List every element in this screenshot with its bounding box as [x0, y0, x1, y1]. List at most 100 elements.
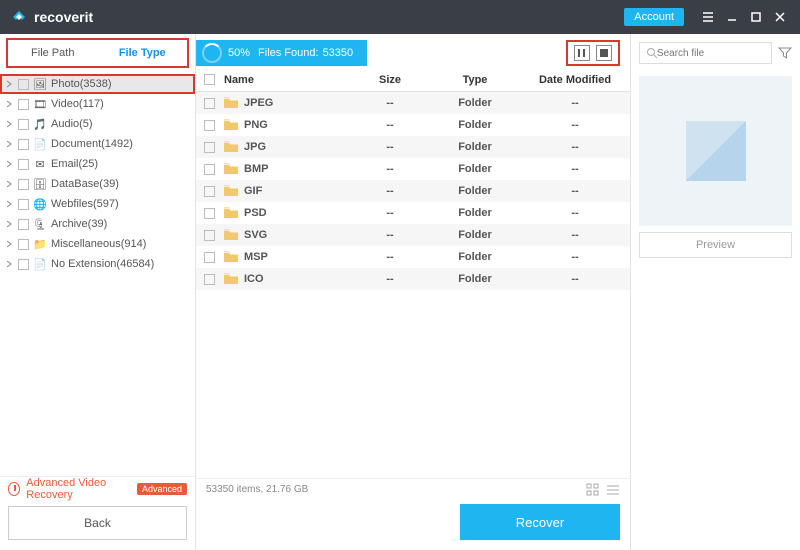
- col-size[interactable]: Size: [350, 74, 430, 86]
- titlebar: recoverit Account: [0, 0, 800, 34]
- file-type: Folder: [430, 229, 520, 241]
- folder-icon: [224, 251, 238, 263]
- pause-button[interactable]: [574, 45, 590, 61]
- table-row[interactable]: PNG--Folder--: [196, 114, 630, 136]
- expand-icon[interactable]: [4, 119, 14, 129]
- expand-icon[interactable]: [4, 99, 14, 109]
- row-checkbox[interactable]: [204, 274, 215, 285]
- status-text: 53350 items, 21.76 GB: [206, 484, 308, 495]
- back-button[interactable]: Back: [8, 506, 187, 540]
- tree-checkbox[interactable]: [18, 119, 29, 130]
- category-icon: 🗄: [33, 177, 47, 191]
- expand-icon[interactable]: [4, 239, 14, 249]
- search-box[interactable]: [639, 42, 772, 64]
- tree-item[interactable]: 🌐Webfiles(597): [0, 194, 195, 214]
- progress-ring-icon: [202, 43, 222, 63]
- file-date: --: [520, 273, 630, 285]
- app-name: recoverit: [34, 9, 93, 25]
- tree-checkbox[interactable]: [18, 179, 29, 190]
- row-checkbox[interactable]: [204, 252, 215, 263]
- scan-bar: 50% Files Found: 53350: [196, 38, 630, 68]
- folder-icon: [224, 185, 238, 197]
- file-name: PNG: [244, 119, 268, 131]
- search-input[interactable]: [657, 48, 765, 59]
- expand-icon[interactable]: [4, 159, 14, 169]
- tree-item[interactable]: 🖼Photo(3538): [0, 74, 195, 94]
- row-checkbox[interactable]: [204, 142, 215, 153]
- tree-item[interactable]: 🎞Video(117): [0, 94, 195, 114]
- col-type[interactable]: Type: [430, 74, 520, 86]
- folder-icon: [224, 119, 238, 131]
- file-type: Folder: [430, 207, 520, 219]
- table-row[interactable]: JPEG--Folder--: [196, 92, 630, 114]
- file-list: JPEG--Folder--PNG--Folder--JPG--Folder--…: [196, 92, 630, 478]
- tree-item[interactable]: 📄No Extension(46584): [0, 254, 195, 274]
- select-all-checkbox[interactable]: [204, 74, 215, 85]
- preview-panel: Preview: [630, 34, 800, 550]
- stop-button[interactable]: [596, 45, 612, 61]
- tree-label: Video(117): [51, 98, 104, 110]
- table-row[interactable]: JPG--Folder--: [196, 136, 630, 158]
- tree-item[interactable]: 🗜Archive(39): [0, 214, 195, 234]
- col-date[interactable]: Date Modified: [520, 74, 630, 86]
- tree-checkbox[interactable]: [18, 159, 29, 170]
- close-icon[interactable]: [770, 7, 790, 27]
- advanced-recovery[interactable]: Advanced Video Recovery Advanced: [0, 476, 195, 500]
- expand-icon[interactable]: [4, 219, 14, 229]
- file-size: --: [350, 207, 430, 219]
- tree-checkbox[interactable]: [18, 139, 29, 150]
- status-bar: 53350 items, 21.76 GB: [196, 478, 630, 500]
- row-checkbox[interactable]: [204, 230, 215, 241]
- tab-file-path[interactable]: File Path: [8, 40, 98, 66]
- tree-item[interactable]: ✉Email(25): [0, 154, 195, 174]
- file-date: --: [520, 207, 630, 219]
- expand-icon[interactable]: [4, 139, 14, 149]
- table-row[interactable]: ICO--Folder--: [196, 268, 630, 290]
- file-date: --: [520, 229, 630, 241]
- tab-file-type[interactable]: File Type: [98, 40, 188, 66]
- tree-item[interactable]: 🗄DataBase(39): [0, 174, 195, 194]
- expand-icon[interactable]: [4, 199, 14, 209]
- tree-checkbox[interactable]: [18, 259, 29, 270]
- row-checkbox[interactable]: [204, 98, 215, 109]
- preview-placeholder-icon: [686, 121, 746, 181]
- table-row[interactable]: MSP--Folder--: [196, 246, 630, 268]
- table-row[interactable]: SVG--Folder--: [196, 224, 630, 246]
- category-icon: 🌐: [33, 197, 47, 211]
- tree-item[interactable]: 📁Miscellaneous(914): [0, 234, 195, 254]
- table-row[interactable]: PSD--Folder--: [196, 202, 630, 224]
- tree-checkbox[interactable]: [18, 219, 29, 230]
- tree-item[interactable]: 🎵Audio(5): [0, 114, 195, 134]
- menu-icon[interactable]: [698, 7, 718, 27]
- expand-icon[interactable]: [4, 79, 14, 89]
- expand-icon[interactable]: [4, 179, 14, 189]
- tree-checkbox[interactable]: [18, 239, 29, 250]
- list-view-icon[interactable]: [606, 483, 620, 497]
- filter-icon[interactable]: [778, 46, 792, 60]
- file-type: Folder: [430, 119, 520, 131]
- tree-checkbox[interactable]: [18, 99, 29, 110]
- account-button[interactable]: Account: [624, 8, 684, 26]
- expand-icon[interactable]: [4, 259, 14, 269]
- maximize-icon[interactable]: [746, 7, 766, 27]
- row-checkbox[interactable]: [204, 120, 215, 131]
- sidebar: File Path File Type 🖼Photo(3538)🎞Video(1…: [0, 34, 196, 550]
- file-type: Folder: [430, 97, 520, 109]
- grid-view-icon[interactable]: [586, 483, 600, 497]
- tree-checkbox[interactable]: [18, 199, 29, 210]
- row-checkbox[interactable]: [204, 164, 215, 175]
- file-type: Folder: [430, 251, 520, 263]
- tree-checkbox[interactable]: [18, 79, 29, 90]
- col-name[interactable]: Name: [224, 74, 350, 86]
- row-checkbox[interactable]: [204, 208, 215, 219]
- folder-icon: [224, 97, 238, 109]
- file-name: GIF: [244, 185, 262, 197]
- table-row[interactable]: GIF--Folder--: [196, 180, 630, 202]
- recover-button[interactable]: Recover: [460, 504, 620, 540]
- file-type: Folder: [430, 141, 520, 153]
- tree-item[interactable]: 📄Document(1492): [0, 134, 195, 154]
- preview-button[interactable]: Preview: [639, 232, 792, 258]
- table-row[interactable]: BMP--Folder--: [196, 158, 630, 180]
- row-checkbox[interactable]: [204, 186, 215, 197]
- minimize-icon[interactable]: [722, 7, 742, 27]
